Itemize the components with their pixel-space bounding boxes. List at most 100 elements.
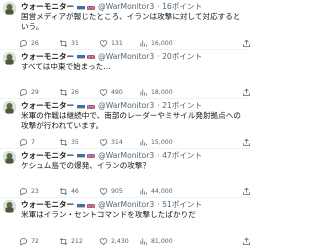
reply-count: 23 — [31, 188, 39, 196]
ukraine-flag-icon — [77, 4, 86, 10]
view-count: 15,000 — [151, 138, 173, 146]
view-count: 81,000 — [151, 237, 173, 245]
uk-flag-icon — [87, 202, 96, 208]
tweet-actions: 26 31 131 16,000 — [19, 38, 250, 48]
view-count: 18,000 — [151, 89, 173, 97]
avatar[interactable] — [3, 150, 16, 164]
retweet-icon — [59, 237, 68, 246]
tweet-text: すべては中東で始まった… — [21, 61, 111, 71]
ukraine-flag-icon — [77, 152, 86, 159]
author-handle[interactable]: @WarMonitor3 — [98, 1, 154, 12]
retweet-button[interactable]: 31 — [59, 38, 79, 48]
author-handle[interactable]: @WarMonitor3 — [98, 199, 154, 210]
author-name[interactable]: ウォーモニター — [21, 100, 74, 111]
reply-button[interactable]: 7 — [19, 137, 35, 147]
tweet-header: ウォーモニター @WarMonitor3 · 47ポイント — [21, 150, 202, 161]
author-name[interactable]: ウォーモニター — [21, 1, 74, 12]
heart-icon — [99, 39, 108, 48]
author-name[interactable]: ウォーモニター — [21, 199, 74, 210]
like-button[interactable]: 490 — [99, 88, 123, 98]
author-name[interactable]: ウォーモニター — [21, 51, 74, 62]
share-button[interactable] — [242, 137, 250, 147]
tweet-actions: 29 26 490 18,000 — [19, 88, 250, 98]
uk-flag-icon — [87, 53, 96, 60]
heart-icon — [99, 237, 108, 246]
share-icon — [242, 187, 250, 196]
tweet-actions: 23 46 905 44,000 — [19, 187, 250, 197]
share-button[interactable] — [242, 88, 250, 98]
reply-button[interactable]: 26 — [19, 38, 39, 48]
tweet-header: ウォーモニター @WarMonitor3 · 51ポイント — [21, 199, 202, 210]
author-name[interactable]: ウォーモニター — [21, 150, 74, 161]
bar-chart-icon — [139, 237, 148, 246]
tweet[interactable]: ウォーモニター @WarMonitor3 · 21ポイント 米軍の作戦は継続中で… — [0, 99, 250, 149]
tweet-header: ウォーモニター @WarMonitor3 · 20ポイント — [21, 51, 202, 62]
ukraine-flag-icon — [77, 53, 86, 60]
retweet-button[interactable]: 35 — [59, 137, 79, 147]
views-button[interactable]: 16,000 — [139, 38, 173, 48]
retweet-icon — [59, 39, 68, 48]
reply-count: 29 — [31, 89, 39, 97]
heart-icon — [99, 187, 108, 196]
retweet-button[interactable]: 26 — [59, 88, 79, 98]
reply-icon — [19, 88, 28, 97]
avatar[interactable] — [3, 2, 16, 15]
share-button[interactable] — [242, 187, 250, 197]
share-button[interactable] — [242, 38, 250, 48]
retweet-icon — [59, 187, 68, 196]
flag-group — [77, 202, 96, 208]
tweet-text: 米軍はイラン・セントコマンドを攻撃したばかりだ — [21, 210, 196, 220]
reply-icon — [19, 39, 28, 48]
like-count: 131 — [111, 39, 123, 47]
tweet[interactable]: ウォーモニター @WarMonitor3 · 16ポイント 国営メディアが報じた… — [0, 0, 250, 50]
reply-count: 26 — [31, 39, 39, 47]
tweet-points: · 20ポイント — [157, 51, 203, 61]
like-count: 314 — [111, 138, 123, 146]
views-button[interactable]: 81,000 — [139, 236, 173, 246]
tweet-text: 米軍の作戦は継続中で、南部のレーダーやミサイル発射拠点への攻撃が行われています。 — [21, 111, 241, 131]
tweet-points: · 16ポイント — [157, 2, 203, 11]
flag-group — [77, 53, 96, 60]
tweet-points: · 51ポイント — [157, 200, 203, 210]
tweet[interactable]: ウォーモニター @WarMonitor3 · 47ポイント ケシュム島での爆発、… — [0, 148, 250, 199]
reply-icon — [19, 187, 28, 196]
avatar[interactable] — [3, 200, 16, 214]
ukraine-flag-icon — [77, 202, 86, 208]
tweet[interactable]: ウォーモニター @WarMonitor3 · 51ポイント 米軍はイラン・セント… — [0, 198, 250, 248]
view-count: 44,000 — [151, 188, 173, 196]
tweet[interactable]: ウォーモニター @WarMonitor3 · 20ポイント すべては中東で始まっ… — [0, 49, 250, 100]
avatar[interactable] — [3, 101, 16, 115]
view-count: 16,000 — [151, 39, 173, 47]
author-handle[interactable]: @WarMonitor3 — [98, 51, 154, 62]
views-button[interactable]: 18,000 — [139, 88, 173, 98]
uk-flag-icon — [87, 152, 96, 159]
reply-count: 7 — [31, 138, 35, 146]
like-button[interactable]: 314 — [99, 137, 123, 147]
like-button[interactable]: 2,430 — [99, 236, 129, 246]
reply-button[interactable]: 29 — [19, 88, 39, 98]
reply-button[interactable]: 23 — [19, 187, 39, 197]
retweet-button[interactable]: 212 — [59, 236, 83, 246]
retweet-button[interactable]: 46 — [59, 187, 79, 197]
retweet-count: 35 — [71, 138, 79, 146]
tweet-text: ケシュム島での爆発、イランの攻撃？ — [21, 160, 151, 170]
bar-chart-icon — [139, 138, 148, 147]
views-button[interactable]: 15,000 — [139, 137, 173, 147]
views-button[interactable]: 44,000 — [139, 187, 173, 197]
tweet-points: · 21ポイント — [157, 101, 203, 111]
tweet-actions: 7 35 314 15,000 — [19, 137, 250, 147]
like-button[interactable]: 131 — [99, 38, 123, 48]
like-button[interactable]: 905 — [99, 187, 123, 197]
bar-chart-icon — [139, 187, 148, 196]
share-icon — [242, 39, 250, 48]
author-handle[interactable]: @WarMonitor3 — [98, 100, 154, 111]
heart-icon — [99, 88, 108, 97]
share-button[interactable] — [242, 236, 250, 246]
like-count: 2,430 — [111, 237, 129, 245]
reply-button[interactable]: 72 — [19, 236, 39, 246]
avatar[interactable] — [3, 51, 16, 65]
retweet-count: 212 — [71, 237, 83, 245]
author-handle[interactable]: @WarMonitor3 — [98, 150, 154, 161]
share-icon — [242, 237, 250, 246]
flag-group — [77, 4, 96, 10]
